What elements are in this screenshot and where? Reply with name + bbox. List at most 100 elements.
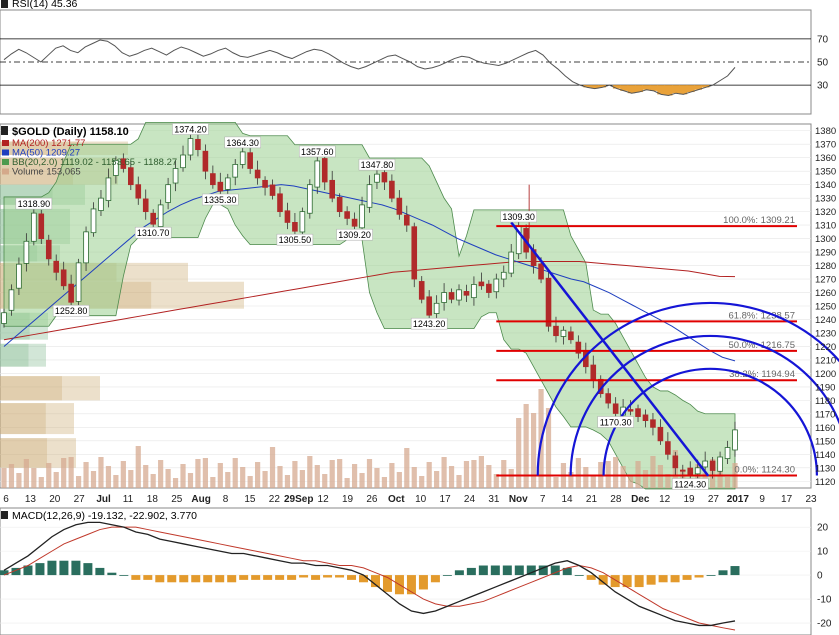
price-tick-label: 1120 [815,477,835,488]
candle-body [687,467,694,476]
candle-body [239,151,246,165]
macd-histogram-bar [251,575,261,580]
vap-bar-up [0,438,48,468]
candle-body [165,184,171,203]
macd-histogram-bar [107,572,117,576]
price-tick-label: 1170 [815,409,835,420]
candle-body [717,456,723,472]
macd-histogram-bar [694,575,704,578]
legend-swatch [2,149,9,156]
volume-bar [478,456,484,488]
x-tick-label: Dec [631,494,650,505]
volume-bar [344,478,350,488]
volume-bar [277,466,283,488]
volume-bar [240,467,246,488]
rsi-title: RSI(14) 45.36 [12,0,78,10]
candle-body [314,160,321,188]
candle-body [232,164,239,178]
volume-bar [68,457,74,488]
x-tick-label: 7 [540,494,546,505]
price-tick-label: 1320 [815,207,836,218]
volume-bar [359,473,365,488]
candle-body [180,154,186,169]
price-tick-label: 1220 [815,342,836,353]
volume-bar [83,462,89,488]
volume-bar [575,458,581,488]
candle-body [426,296,432,316]
candle-body [471,284,477,299]
candle-body [128,167,134,186]
volume-bar [404,448,410,488]
x-tick-label: Oct [388,494,405,505]
candle-body [329,179,336,199]
macd-histogram-bar [359,575,369,583]
macd-histogram-bar [478,565,488,576]
volume-bar [210,477,216,488]
macd-histogram-bar [131,575,141,580]
x-tick-label: 15 [244,494,256,505]
volume-bar [374,468,380,488]
price-tick-label: 1330 [815,194,836,205]
fib-level-label: 100.0%: 1309.21 [723,215,795,226]
x-tick-label: 12 [659,494,671,505]
candle-body [456,289,462,301]
x-tick-label: 11 [123,494,134,505]
candle-body [344,211,350,219]
candle-body [254,169,261,179]
vap-bar-up [0,376,62,401]
macd-tick-label: -10 [817,595,832,606]
price-tick-label: 1260 [815,288,836,299]
candle-body [292,222,298,232]
macd-histogram-bar [347,575,357,580]
volume-bar [38,477,44,488]
candle-body [493,278,500,293]
candle-body [381,172,388,183]
price-tick-label: 1190 [815,382,835,393]
candle-body [441,292,447,303]
volume-bar [292,461,298,488]
fib-level-label: 0.0%: 1124.30 [734,464,795,475]
macd-histogram-bar [155,575,165,583]
macd-title-marker [1,511,8,519]
volume-bar [255,462,261,488]
x-tick-label: Nov [509,494,528,505]
volume-bar [508,469,514,488]
volume-bar [396,472,402,488]
volume-bar [46,463,52,488]
macd-tick-label: 10 [817,547,829,558]
candle-body [284,210,291,223]
macd-histogram-bar [658,575,668,583]
volume-bar [419,476,425,488]
price-point-label: 1309.20 [338,230,371,240]
x-tick-label: 31 [488,494,500,505]
volume-bar [284,475,291,488]
candle-body [150,212,156,225]
vap-bar-down [28,343,46,367]
volume-bar [724,477,731,488]
volume-bar [314,465,320,488]
candle-body [366,184,373,208]
x-tick-label: 17 [440,494,452,505]
candle-body [590,364,597,381]
macd-histogram-bar [454,570,464,576]
candle-body [135,184,142,199]
macd-histogram-bar [203,575,213,583]
candle-body [321,158,328,183]
volume-bar [158,460,164,488]
price-tick-label: 1200 [815,369,836,380]
x-tick-label: Aug [191,494,210,505]
rsi-panel: 70 50 30 RSI(14) 45.36 [0,0,829,115]
volume-bar [471,460,477,488]
candle-body [210,173,216,186]
price-title: $GOLD (Daily) 1158.10 [12,126,129,138]
candle-body [31,212,37,242]
macd-histogram-bar [71,560,81,576]
volume-bar [613,457,619,488]
macd-histogram-bar [311,575,321,580]
candle-body [650,419,656,428]
candle-body [157,204,164,227]
candle-body [418,281,425,300]
volume-bar [135,446,141,488]
macd-histogram-bar [215,575,225,583]
volume-bar [627,475,634,488]
